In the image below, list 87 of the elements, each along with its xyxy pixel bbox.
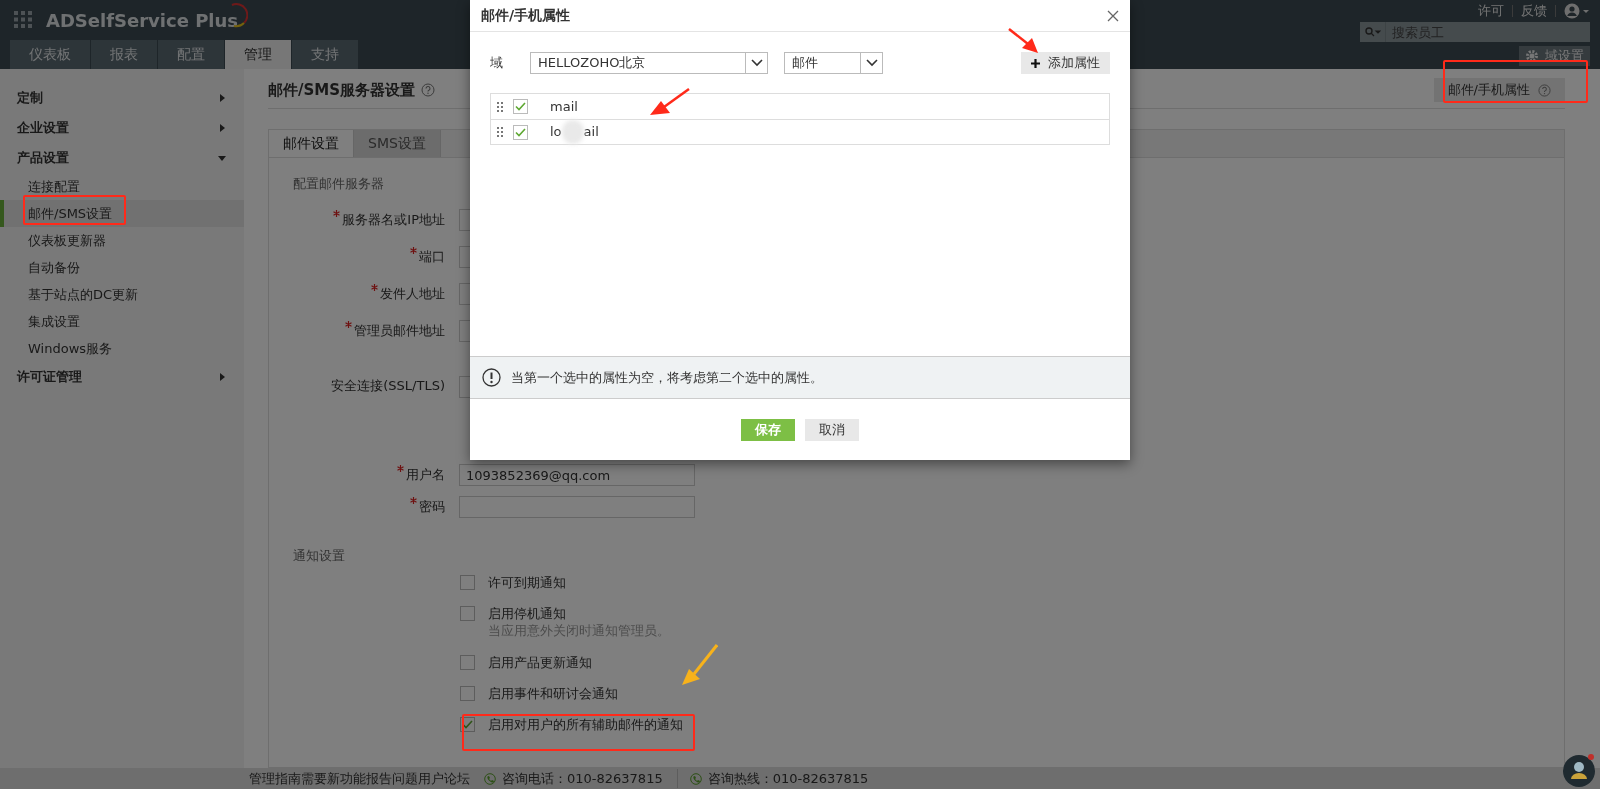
chevron-down-icon <box>750 59 763 67</box>
section-heading: 配置邮件服务器 <box>293 175 384 193</box>
nav-tab[interactable]: 配置 <box>158 40 224 69</box>
header-link[interactable]: 反馈 <box>1521 0 1547 21</box>
dialog-title: 邮件/手机属性 <box>481 6 571 25</box>
notice-text: 当第一个选中的属性为空，将考虑第二个选中的属性。 <box>511 368 823 387</box>
annotation-arrow <box>1008 28 1040 54</box>
add-attribute-button[interactable]: 添加属性 <box>1021 52 1110 74</box>
plus-icon <box>1031 58 1040 68</box>
checkbox[interactable] <box>460 575 475 590</box>
phone-icon <box>689 772 702 785</box>
drag-handle-icon[interactable] <box>497 127 503 137</box>
help-icon[interactable] <box>421 83 435 97</box>
save-button[interactable]: 保存 <box>741 418 795 441</box>
contact-text: 咨询电话：010-82637815 <box>502 769 663 788</box>
checkbox[interactable] <box>460 655 475 670</box>
attribute-row[interactable]: mail <box>491 94 1109 119</box>
sidebar-section[interactable]: 许可证管理 <box>0 362 244 392</box>
help-icon <box>1538 83 1551 97</box>
gear-icon <box>1525 49 1539 63</box>
chat-assistant-icon[interactable] <box>1562 752 1598 788</box>
settings-tab[interactable]: 邮件设置 <box>269 130 354 157</box>
field-label: 安全连接(SSL/TLS) <box>331 376 445 395</box>
cancel-button[interactable]: 取消 <box>805 418 859 441</box>
caret-down-icon <box>218 154 226 162</box>
settings-tab[interactable]: SMS设置 <box>354 130 441 157</box>
sidebar-section[interactable]: 产品设置 <box>0 143 244 173</box>
warning-icon <box>482 368 501 387</box>
checkbox-label: 启用产品更新通知 <box>488 655 592 670</box>
field-label: 管理员邮件地址 <box>354 322 445 341</box>
field-label: 密码 <box>419 498 445 517</box>
checkbox-label: 启用停机通知 <box>488 606 567 621</box>
search-scope-button[interactable] <box>1360 22 1386 42</box>
search-icon <box>1364 27 1381 37</box>
attribute-button[interactable]: 邮件/手机属性 <box>1433 78 1565 102</box>
field-label: 用户名 <box>406 466 445 485</box>
nav-tab[interactable]: 支持 <box>292 40 358 69</box>
sidebar-item[interactable]: Windows服务 <box>0 335 244 362</box>
caret-right-icon <box>218 94 226 102</box>
footer-link[interactable]: 报告问题 <box>366 768 418 789</box>
checkbox[interactable] <box>460 606 475 621</box>
text-field[interactable] <box>459 496 695 518</box>
domain-select[interactable]: HELLOZOHO北京 <box>530 52 768 74</box>
header-link[interactable]: 许可 <box>1478 0 1504 21</box>
user-account-icon[interactable] <box>1564 2 1590 19</box>
field-label: 发件人地址 <box>380 285 445 304</box>
annotation-arrow <box>682 644 718 686</box>
close-icon[interactable] <box>1107 9 1119 22</box>
sidebar-item[interactable]: 基于站点的DC更新 <box>0 281 244 308</box>
app-grid-icon[interactable] <box>14 11 34 29</box>
checkbox-label: 许可到期通知 <box>488 575 566 590</box>
page-title: 邮件/SMS服务器设置 <box>268 79 415 101</box>
section-heading: 通知设置 <box>293 546 345 565</box>
drag-handle-icon[interactable] <box>497 101 503 112</box>
attribute-name: mail <box>550 97 578 116</box>
sidebar-section[interactable]: 企业设置 <box>0 113 244 143</box>
domain-label: 域 <box>490 54 504 73</box>
contact-text: 咨询热线：010-82637815 <box>707 769 869 788</box>
sidebar-section[interactable]: 定制 <box>0 83 244 113</box>
checkbox-label: 启用对用户的所有辅助邮件的通知 <box>488 717 683 732</box>
chevron-down-icon <box>865 59 878 67</box>
annotation-arrow <box>650 88 690 116</box>
footer-link[interactable]: 需要新功能 <box>301 768 366 789</box>
sidebar-item[interactable]: 邮件/SMS设置 <box>0 200 244 227</box>
sidebar-item[interactable]: 仪表板更新器 <box>0 227 244 254</box>
field-label: 端口 <box>419 248 445 267</box>
nav-tab[interactable]: 仪表板 <box>10 40 90 69</box>
caret-right-icon <box>218 124 226 132</box>
sidebar-item[interactable]: 连接配置 <box>0 173 244 200</box>
text-field[interactable]: 1093852369@qq.com <box>459 464 695 486</box>
attribute-name: lo ail <box>550 120 599 144</box>
nav-tab[interactable]: 管理 <box>225 40 291 69</box>
app-logo-text: ADSelfService Plus <box>46 8 239 33</box>
field-label: 服务器名或IP地址 <box>342 211 445 230</box>
caret-right-icon <box>218 373 226 381</box>
footer-link[interactable]: 管理指南 <box>249 768 301 789</box>
checkbox[interactable] <box>513 124 528 140</box>
checkbox[interactable] <box>513 99 528 114</box>
nav-tab[interactable]: 报表 <box>91 40 157 69</box>
sidebar-item[interactable]: 自动备份 <box>0 254 244 281</box>
phone-icon <box>484 772 496 785</box>
attribute-row[interactable]: lo ail <box>491 119 1109 144</box>
checkbox[interactable] <box>460 686 475 701</box>
checkbox-label: 启用事件和研讨会通知 <box>488 686 618 701</box>
sidebar-item[interactable]: 集成设置 <box>0 308 244 335</box>
footer-link[interactable]: 用户论坛 <box>418 768 470 789</box>
type-select[interactable]: 邮件 <box>784 52 883 74</box>
